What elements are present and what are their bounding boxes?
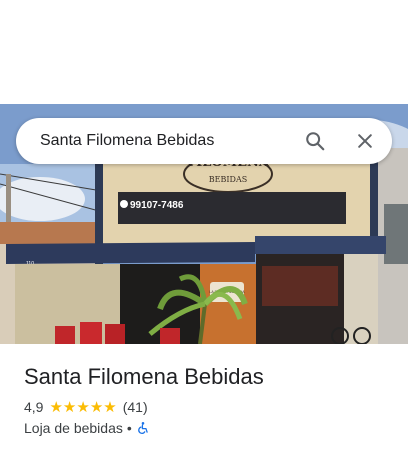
category-row: Loja de bebidas • xyxy=(24,419,150,437)
review-count[interactable]: (41) xyxy=(123,399,148,415)
place-info-card[interactable]: Santa Filomena Bebidas 4,9 ★ ★ ★ ★ ★ (41… xyxy=(0,344,408,450)
search-icon xyxy=(306,132,325,151)
map-top-area xyxy=(0,0,408,104)
search-bar[interactable]: Santa Filomena Bebidas xyxy=(16,118,392,164)
close-icon xyxy=(358,134,372,148)
star-icon: ★ xyxy=(49,398,63,416)
separator: • xyxy=(126,420,132,436)
close-button[interactable] xyxy=(349,125,381,157)
star-icon: ★ xyxy=(62,398,77,416)
place-title[interactable]: Santa Filomena Bebidas xyxy=(24,364,264,390)
star-icon: ★ xyxy=(103,398,117,416)
star-icon: ★ xyxy=(89,398,104,416)
star-icon: ★ xyxy=(76,398,90,416)
storefront-sign-sub: BEBIDAS xyxy=(209,175,247,184)
rating-row[interactable]: 4,9 ★ ★ ★ ★ ★ (41) xyxy=(24,398,148,416)
wheelchair-icon xyxy=(136,421,150,435)
search-button[interactable] xyxy=(299,125,331,157)
phone-sign: 99107-7486 xyxy=(130,200,184,211)
search-query[interactable]: Santa Filomena Bebidas xyxy=(40,118,214,164)
star-rating: ★ ★ ★ ★ ★ xyxy=(49,400,116,415)
place-category: Loja de bebidas xyxy=(24,420,123,436)
rating-value: 4,9 xyxy=(24,399,44,415)
